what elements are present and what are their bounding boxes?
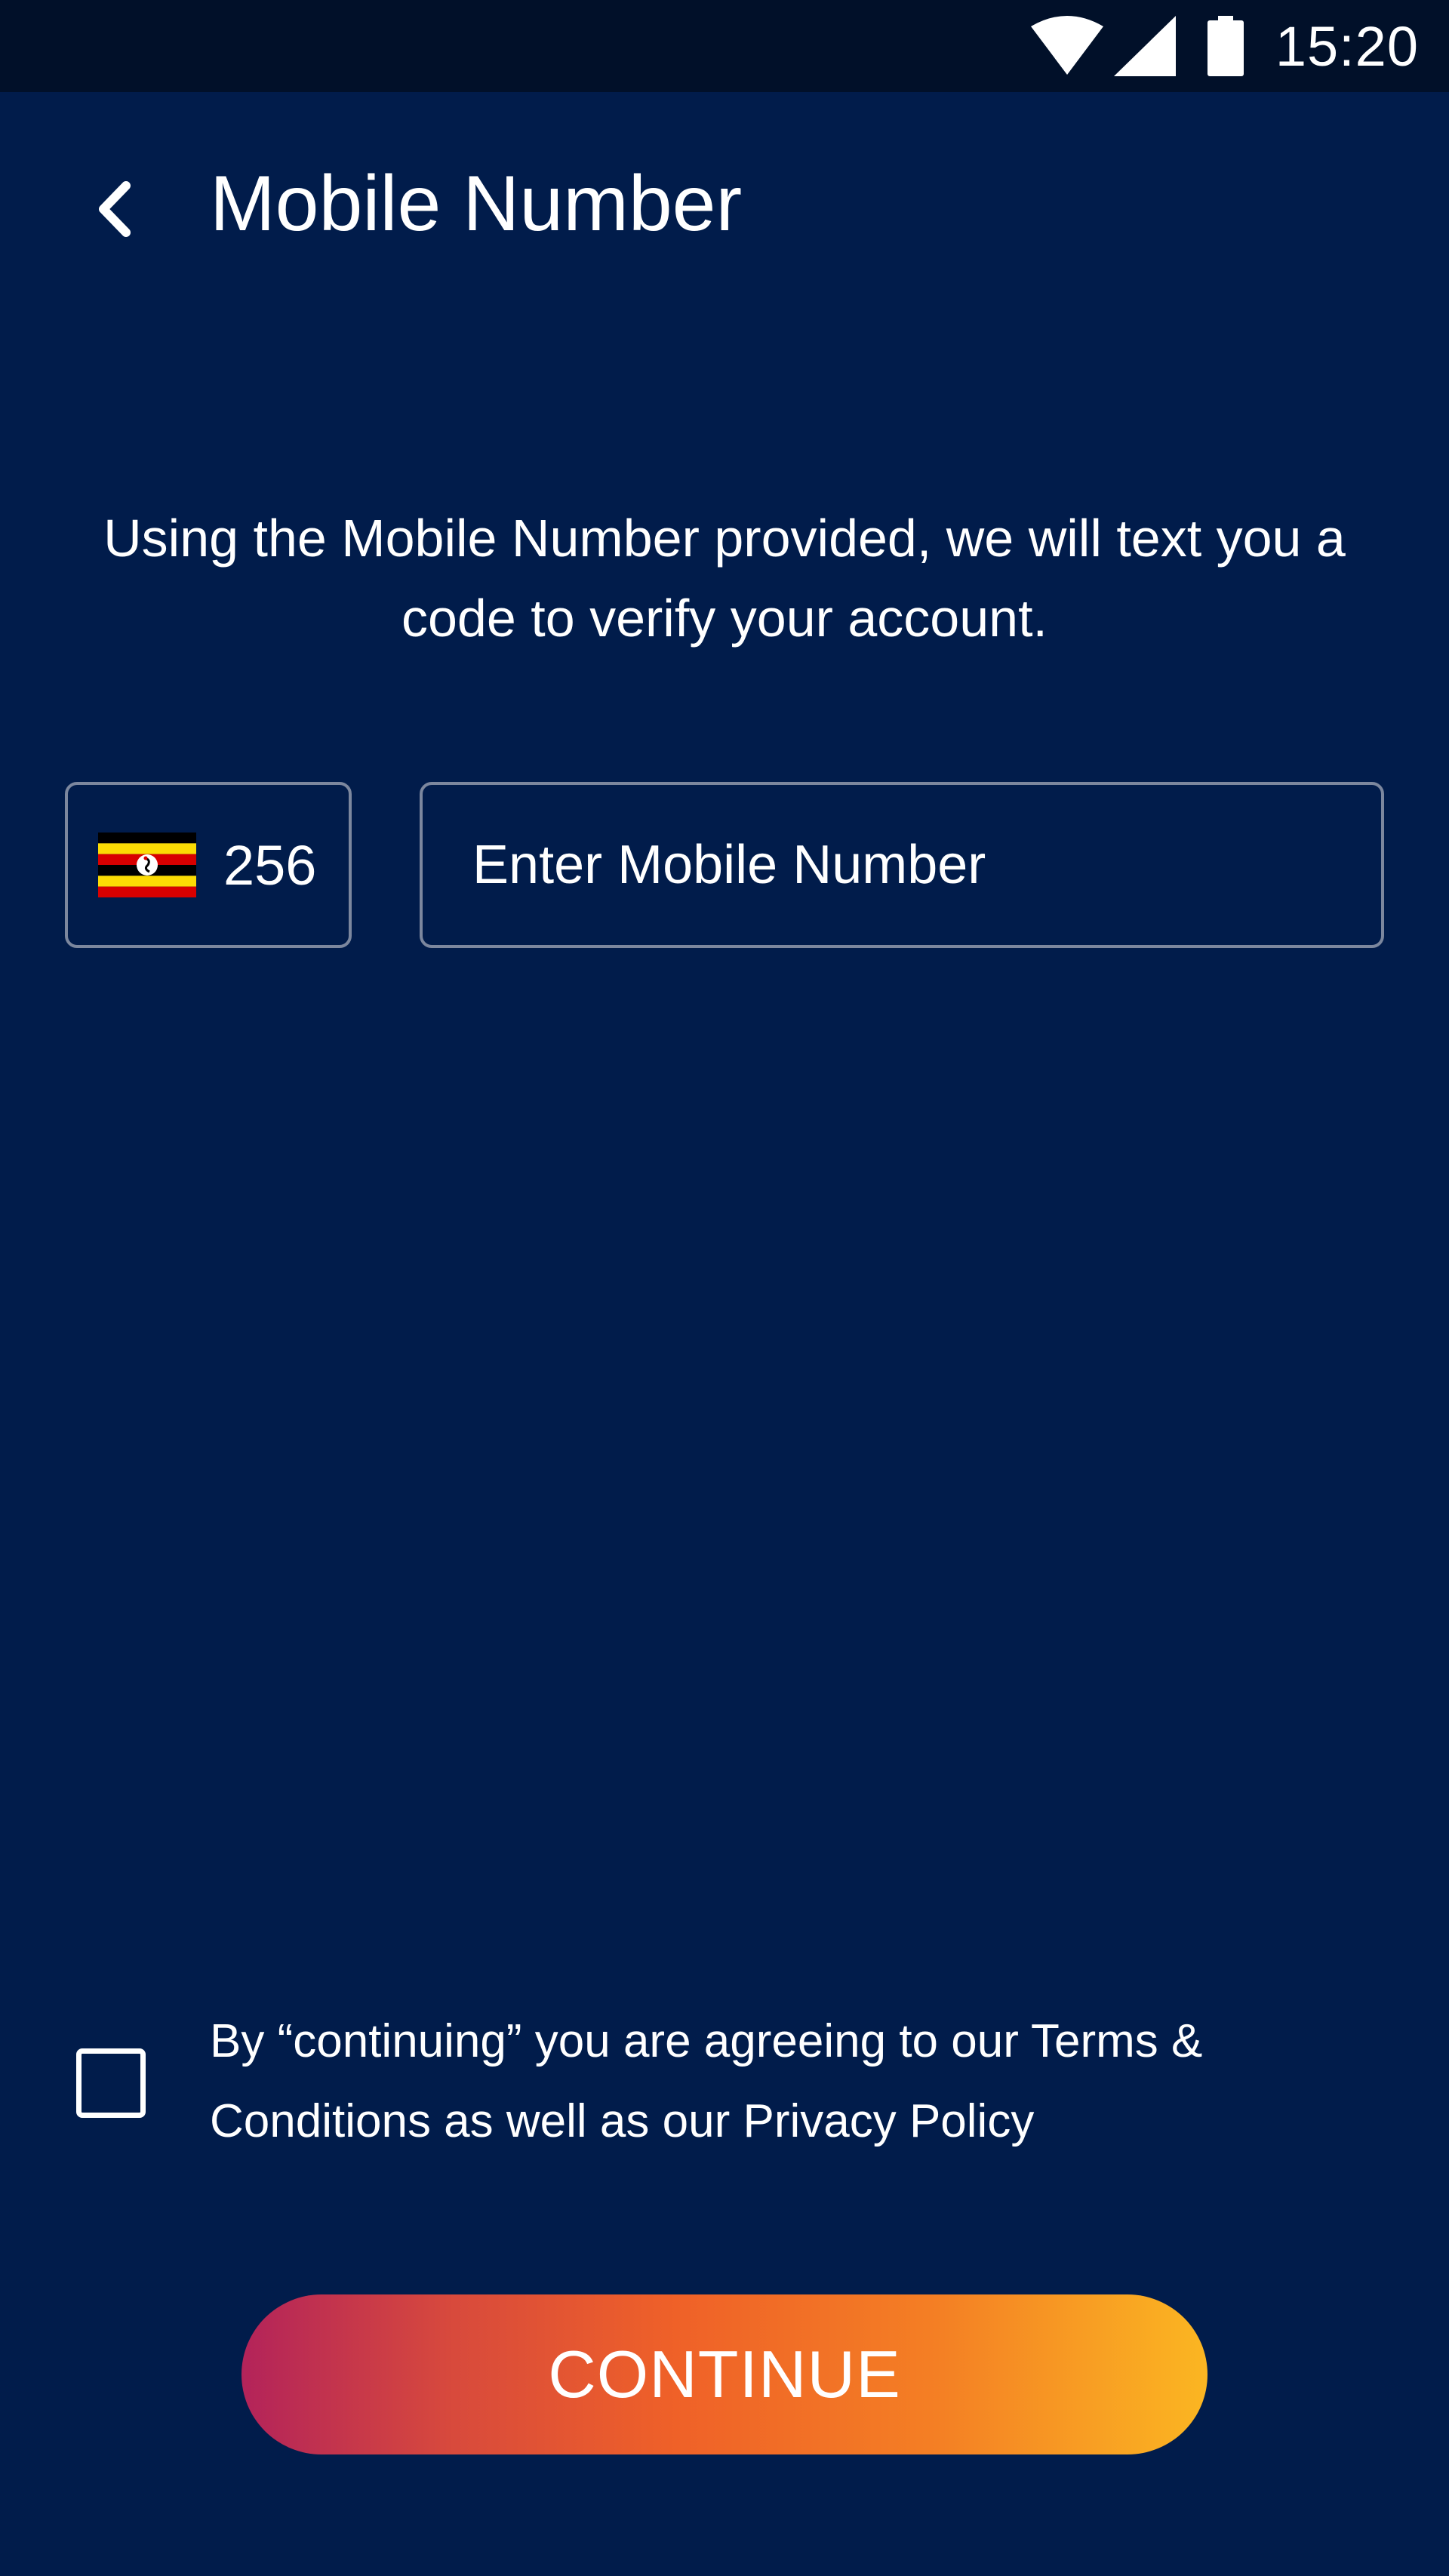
status-time: 15:20	[1275, 14, 1419, 78]
mobile-number-input[interactable]	[423, 785, 1381, 945]
chevron-left-icon	[99, 181, 131, 237]
battery-icon	[1207, 16, 1244, 76]
status-bar: 15:20	[0, 0, 1449, 92]
instructions-text: Using the Mobile Number provided, we wil…	[103, 509, 1346, 648]
terms-text: By “continuing” you are agreeing to our …	[210, 2015, 1203, 2147]
mobile-number-field[interactable]	[420, 782, 1384, 948]
cellular-signal-icon	[1113, 16, 1176, 76]
continue-button[interactable]: CONTINUE	[242, 2294, 1208, 2454]
country-code-picker[interactable]: 256	[65, 782, 352, 948]
back-button[interactable]	[75, 168, 151, 251]
status-icons: 15:20	[1030, 0, 1419, 92]
wifi-icon	[1030, 16, 1103, 75]
uganda-flag-icon	[98, 833, 196, 897]
page-title: Mobile Number	[210, 160, 743, 248]
terms-checkbox[interactable]	[76, 2048, 146, 2118]
country-code: 256	[223, 833, 317, 897]
